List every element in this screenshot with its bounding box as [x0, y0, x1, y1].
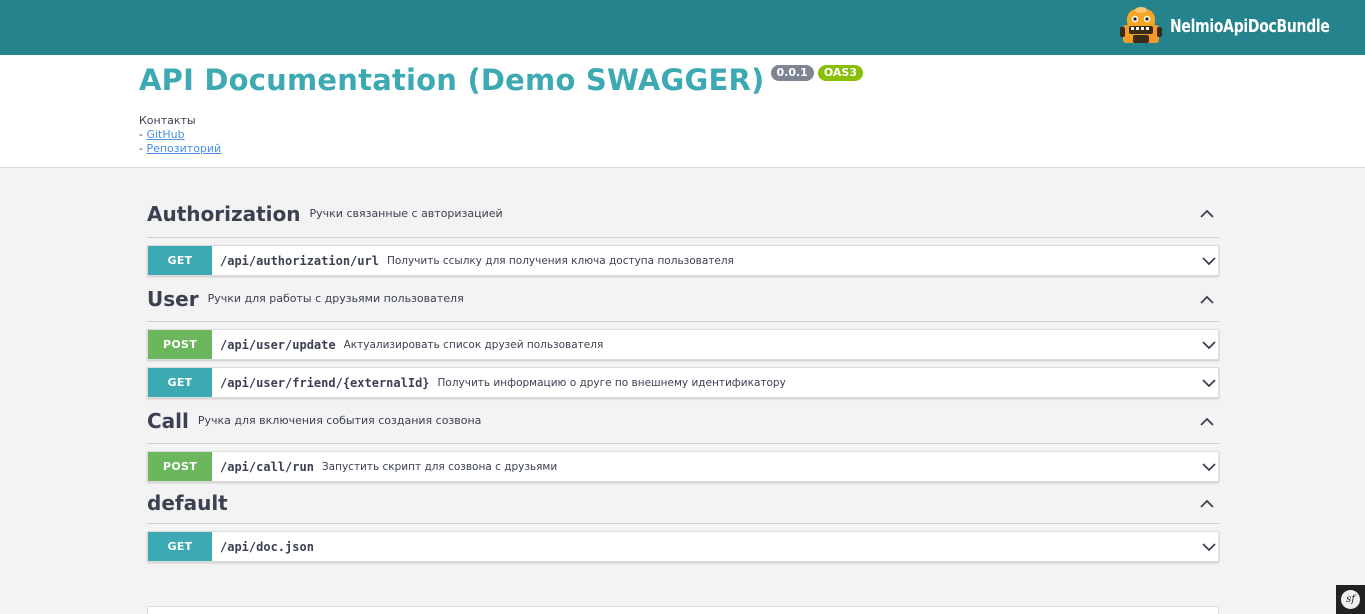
- tag-name: User: [147, 286, 199, 311]
- tag-name: default: [147, 490, 228, 515]
- method-badge: GET: [148, 246, 212, 275]
- chevron-up-icon[interactable]: [1200, 293, 1214, 307]
- tag-header-user[interactable]: User Ручки для работы с друзьями пользов…: [147, 276, 1219, 322]
- oas-badge: OAS3: [817, 65, 863, 81]
- tag-header-call[interactable]: Call Ручка для включения события создани…: [147, 398, 1219, 444]
- operation-path: /api/user/update: [220, 337, 336, 352]
- tag-description: Ручки для работы с друзьями пользователя: [207, 292, 464, 305]
- brand-name: NelmioApiDocBundle: [1170, 15, 1330, 37]
- version-badge: 0.0.1: [770, 65, 814, 81]
- chevron-down-icon[interactable]: [1202, 254, 1216, 268]
- operation-path: /api/authorization/url: [220, 253, 379, 268]
- operation-post-user-update[interactable]: POST /api/user/update Актуализировать сп…: [147, 329, 1219, 360]
- contacts-label: Контакты: [139, 114, 196, 127]
- tag-description: Ручка для включения события создания соз…: [197, 414, 482, 427]
- operations-list: Authorization Ручки связанные с авториза…: [147, 190, 1219, 562]
- contacts: Контакты - GitHub - Репозиторий: [139, 114, 221, 156]
- operation-path: /api/user/friend/{externalId}: [220, 375, 430, 390]
- tag-description: Ручки связанные с авторизацией: [309, 207, 503, 220]
- repository-link[interactable]: Репозиторий: [146, 142, 221, 155]
- chevron-up-icon[interactable]: [1200, 207, 1214, 221]
- method-badge: GET: [148, 368, 212, 397]
- chevron-down-icon[interactable]: [1202, 540, 1216, 554]
- chevron-down-icon[interactable]: [1202, 376, 1216, 390]
- symfony-icon: sf: [1341, 590, 1360, 609]
- chevron-up-icon[interactable]: [1200, 497, 1214, 511]
- github-link[interactable]: GitHub: [146, 128, 184, 141]
- robot-logo-icon: [1120, 7, 1162, 43]
- chevron-up-icon[interactable]: [1200, 415, 1214, 429]
- operation-path: /api/doc.json: [220, 539, 314, 554]
- operation-summary: Запустить скрипт для созвона с друзьями: [321, 460, 558, 473]
- tag-header-authorization[interactable]: Authorization Ручки связанные с авториза…: [147, 190, 1219, 238]
- contact-item: - Репозиторий: [139, 142, 221, 156]
- tag-header-default[interactable]: default: [147, 482, 1219, 524]
- chevron-down-icon[interactable]: [1202, 460, 1216, 474]
- method-badge: POST: [148, 452, 212, 481]
- method-badge: POST: [148, 330, 212, 359]
- brand[interactable]: NelmioApiDocBundle: [1120, 5, 1335, 47]
- method-badge: GET: [148, 532, 212, 561]
- info-section: API Documentation (Demo SWAGGER) 0.0.1 O…: [0, 55, 1365, 168]
- title-row: API Documentation (Demo SWAGGER) 0.0.1 O…: [139, 61, 863, 99]
- page-title: API Documentation (Demo SWAGGER): [139, 63, 765, 97]
- operation-get-user-friend[interactable]: GET /api/user/friend/{externalId} Получи…: [147, 367, 1219, 398]
- operation-get-authorization-url[interactable]: GET /api/authorization/url Получить ссыл…: [147, 245, 1219, 276]
- operation-post-call-run[interactable]: POST /api/call/run Запустить скрипт для …: [147, 451, 1219, 482]
- tag-name: Call: [147, 408, 189, 433]
- operation-summary: Получить ссылку для получения ключа дост…: [386, 254, 734, 267]
- tag-name: Authorization: [147, 201, 301, 226]
- chevron-down-icon[interactable]: [1202, 338, 1216, 352]
- schemas-section[interactable]: [147, 606, 1219, 614]
- symfony-toolbar-toggle[interactable]: sf: [1336, 585, 1365, 614]
- top-bar: NelmioApiDocBundle: [0, 0, 1365, 55]
- operation-get-doc-json[interactable]: GET /api/doc.json: [147, 531, 1219, 562]
- operation-summary: Получить информацию о друге по внешнему …: [437, 376, 786, 389]
- operation-summary: Актуализировать список друзей пользовате…: [343, 338, 604, 351]
- operation-path: /api/call/run: [220, 459, 314, 474]
- contact-item: - GitHub: [139, 128, 221, 142]
